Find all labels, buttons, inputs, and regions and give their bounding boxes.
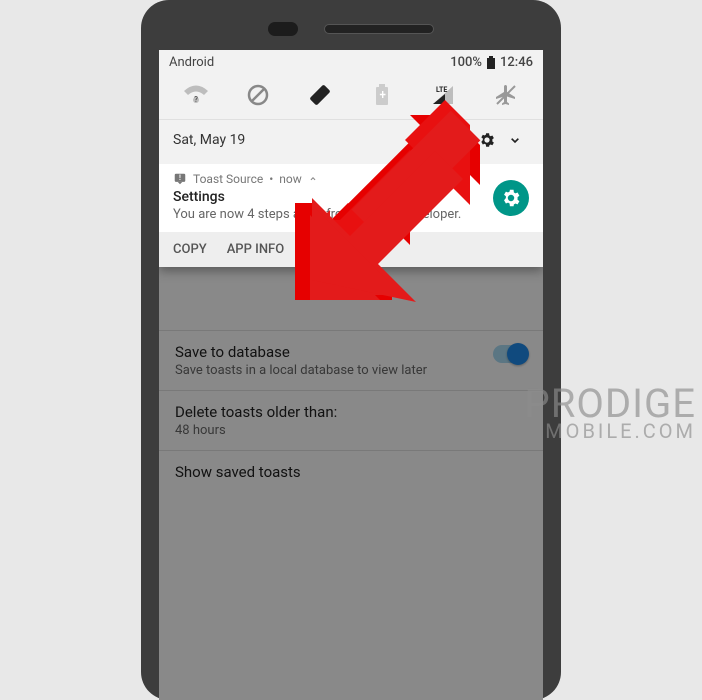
date-row: Sat, May 19 [159, 119, 543, 164]
action-launch-app[interactable]: LAUNCH APP [304, 242, 384, 257]
action-app-info[interactable]: APP INFO [227, 242, 284, 257]
chevron-up-icon [308, 174, 318, 184]
notification-shade: Android 100% 12:46 ? [159, 50, 543, 267]
wifi-icon[interactable]: ? [182, 81, 210, 109]
notification-app-icon: ! [173, 172, 187, 186]
date-label: Sat, May 19 [173, 132, 245, 148]
notification-card[interactable]: ! Toast Source • now Settings You are no… [159, 164, 543, 232]
clock: 12:46 [500, 55, 533, 70]
action-copy[interactable]: COPY [173, 242, 207, 257]
phone-frame: Save to database Save toasts in a local … [141, 0, 561, 700]
notification-when: now [279, 172, 302, 186]
battery-saver-icon[interactable] [368, 81, 396, 109]
do-not-disturb-icon[interactable] [244, 81, 272, 109]
notification-large-icon [493, 180, 529, 216]
carrier-label: Android [169, 55, 214, 70]
cellular-icon[interactable]: LTE [430, 81, 458, 109]
battery-icon [486, 56, 496, 70]
svg-text:?: ? [194, 95, 198, 104]
watermark-line2: MOBILE.COM [524, 422, 696, 440]
airplane-mode-icon[interactable] [492, 81, 520, 109]
battery-percent: 100% [450, 55, 482, 70]
svg-text:LTE: LTE [436, 86, 447, 94]
settings-gear-button[interactable] [473, 126, 501, 154]
watermark-line1: PRODIGE [524, 386, 696, 422]
status-bar: Android 100% 12:46 [159, 50, 543, 73]
notification-header: ! Toast Source • now [173, 172, 529, 186]
auto-rotate-icon[interactable] [306, 81, 334, 109]
quick-settings-row: ? LTE [159, 73, 543, 119]
notification-app-name: Toast Source [193, 172, 263, 186]
svg-text:!: ! [179, 174, 181, 182]
notification-body: You are now 4 steps away from being a de… [173, 207, 529, 222]
notification-actions: COPY APP INFO LAUNCH APP [159, 232, 543, 267]
phone-screen: Save to database Save toasts in a local … [159, 50, 543, 700]
watermark: PRODIGE MOBILE.COM [524, 386, 696, 440]
notification-title: Settings [173, 189, 529, 205]
expand-chevron-button[interactable] [501, 126, 529, 154]
phone-sensors [141, 22, 561, 36]
